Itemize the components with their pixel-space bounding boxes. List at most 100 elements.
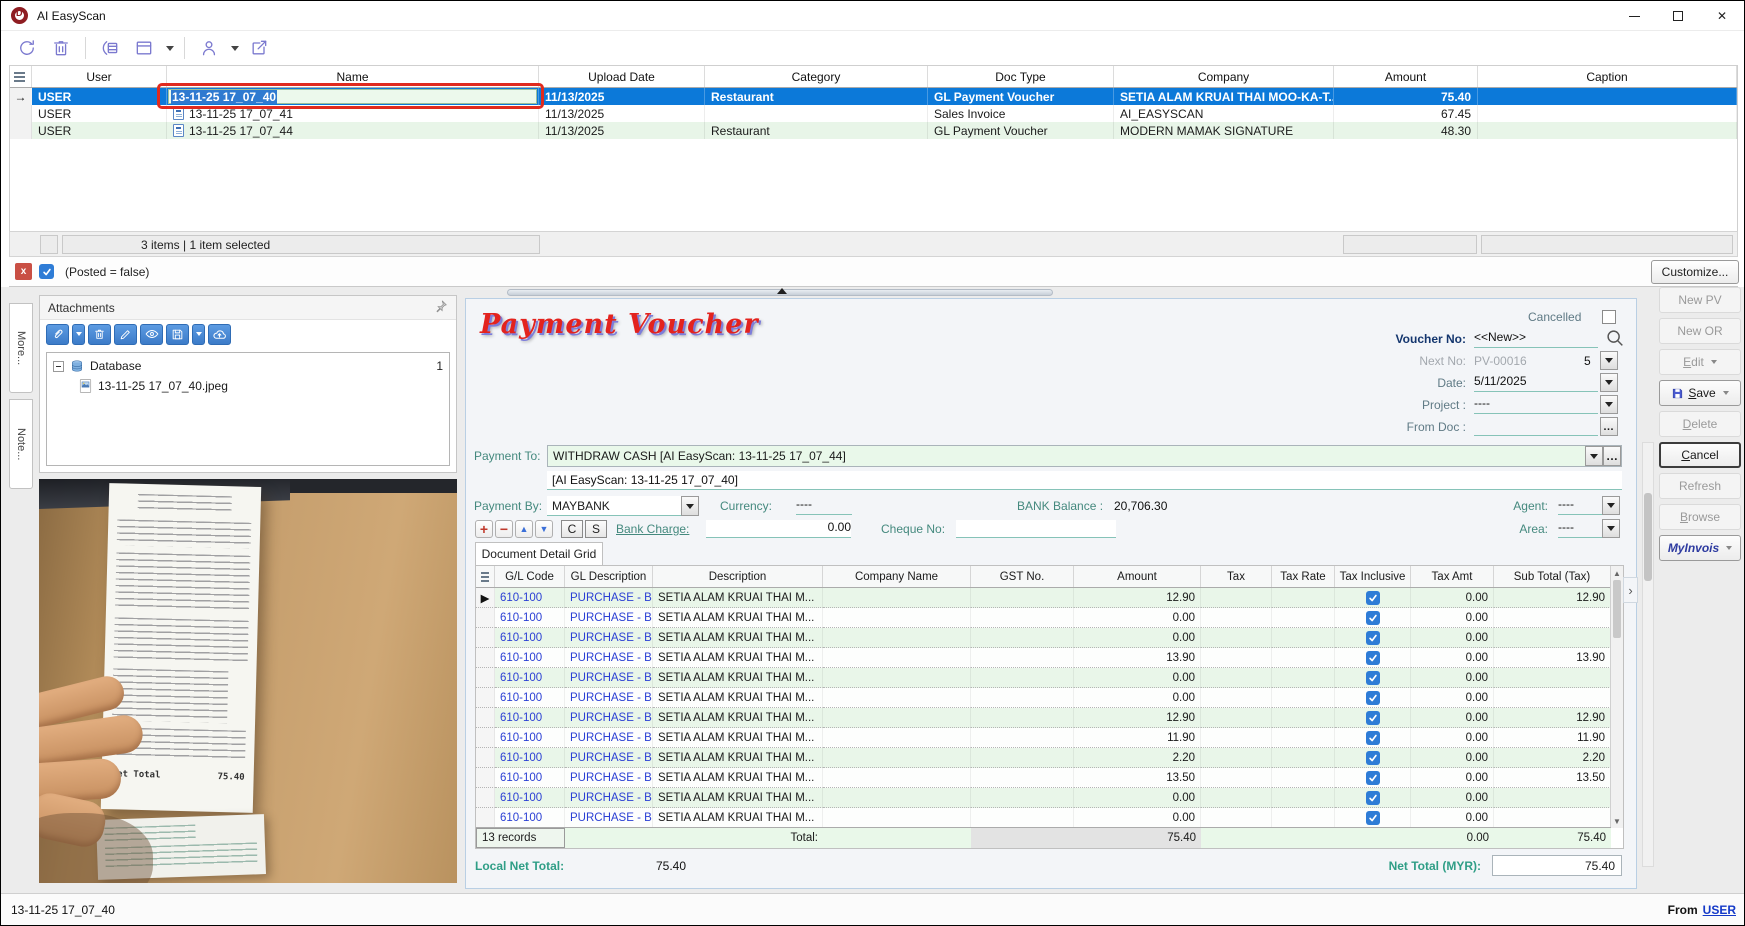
cell-gl-code[interactable]: 610-100 xyxy=(495,768,565,788)
cell-gl-description[interactable]: PURCHASE - B... xyxy=(565,668,653,688)
cell-sub-total[interactable]: 2.20 xyxy=(1494,748,1611,768)
myinvois-button[interactable]: MyInvois xyxy=(1659,535,1741,561)
cell-category[interactable]: Restaurant xyxy=(705,122,928,139)
date-dropdown-icon[interactable] xyxy=(1600,373,1618,392)
minimize-button[interactable] xyxy=(1612,1,1656,31)
detail-row[interactable]: 610-100 PURCHASE - B... SETIA ALAM KRUAI T… xyxy=(476,708,1623,728)
payment-to-browse-button[interactable]: … xyxy=(1603,446,1621,466)
cell-tax-amt[interactable]: 0.00 xyxy=(1411,608,1494,628)
cell-description[interactable]: SETIA ALAM KRUAI THAI M... xyxy=(653,668,823,688)
column-header-gl-description[interactable]: GL Description xyxy=(565,566,653,587)
attach-dropdown-icon[interactable] xyxy=(72,323,85,345)
cell-sub-total[interactable] xyxy=(1494,628,1611,648)
cell-tax-inclusive[interactable] xyxy=(1335,688,1411,708)
column-header-tax-inclusive[interactable]: Tax Inclusive xyxy=(1335,566,1411,587)
tax-inclusive-checkbox[interactable] xyxy=(1365,810,1380,825)
cell-tax-rate[interactable] xyxy=(1272,728,1335,748)
cell-description[interactable]: SETIA ALAM KRUAI THAI M... xyxy=(653,728,823,748)
cell-gst-no[interactable] xyxy=(971,708,1074,728)
cell-tax[interactable] xyxy=(1201,788,1272,808)
cell-company-name[interactable] xyxy=(823,608,971,628)
collapse-panel-icon[interactable] xyxy=(96,35,124,61)
grid-options-icon[interactable] xyxy=(476,566,495,587)
cell-tax-amt[interactable]: 0.00 xyxy=(1411,808,1494,828)
project-value[interactable]: ---- xyxy=(1474,396,1598,414)
column-header-gst-no-[interactable]: GST No. xyxy=(971,566,1074,587)
collapse-node-icon[interactable] xyxy=(53,360,64,372)
cell-tax[interactable] xyxy=(1201,768,1272,788)
cell-sub-total[interactable] xyxy=(1494,688,1611,708)
dropdown-icon[interactable] xyxy=(1722,391,1729,395)
tax-inclusive-checkbox[interactable] xyxy=(1365,590,1380,605)
attach-file-icon[interactable] xyxy=(46,323,69,345)
currency-value[interactable]: ---- xyxy=(796,497,852,515)
detail-row[interactable]: 610-100 PURCHASE - B... SETIA ALAM KRUAI T… xyxy=(476,768,1623,788)
cell-amount[interactable]: 48.30 xyxy=(1334,122,1478,139)
column-header-tax[interactable]: Tax xyxy=(1201,566,1272,587)
detail-row[interactable]: 610-100 PURCHASE - B... SETIA ALAM KRUAI T… xyxy=(476,748,1623,768)
cell-sub-total[interactable]: 13.90 xyxy=(1494,648,1611,668)
cell-sub-total[interactable]: 11.90 xyxy=(1494,728,1611,748)
payment-to-dropdown-icon[interactable] xyxy=(1585,446,1603,466)
cell-gl-code[interactable]: 610-100 xyxy=(495,728,565,748)
cell-company[interactable]: SETIA ALAM KRUAI THAI MOO-KA-T... xyxy=(1114,88,1334,105)
cell-gl-code[interactable]: 610-100 xyxy=(495,648,565,668)
column-header-sub-total-tax-[interactable]: Sub Total (Tax) xyxy=(1494,566,1611,587)
attachment-delete-icon[interactable] xyxy=(88,323,111,345)
cell-caption[interactable] xyxy=(1478,88,1737,105)
cell-tax-amt[interactable]: 0.00 xyxy=(1411,588,1494,608)
cell-gst-no[interactable] xyxy=(971,788,1074,808)
payment-by-combobox[interactable]: MAYBANK xyxy=(547,496,681,516)
cell-description[interactable]: SETIA ALAM KRUAI THAI M... xyxy=(653,748,823,768)
cell-description[interactable]: SETIA ALAM KRUAI THAI M... xyxy=(653,648,823,668)
cell-gl-code[interactable]: 610-100 xyxy=(495,628,565,648)
cell-company-name[interactable] xyxy=(823,588,971,608)
cell-company[interactable]: MODERN MAMAK SIGNATURE xyxy=(1114,122,1334,139)
delete-button[interactable]: Delete xyxy=(1659,411,1741,437)
cell-gl-description[interactable]: PURCHASE - B... xyxy=(565,688,653,708)
cell-company-name[interactable] xyxy=(823,808,971,828)
customize-button[interactable]: Customize... xyxy=(1651,260,1739,284)
cell-company[interactable]: AI_EASYSCAN xyxy=(1114,105,1334,122)
delete-icon[interactable] xyxy=(47,35,75,61)
detail-row[interactable]: 610-100 PURCHASE - B... SETIA ALAM KRUAI T… xyxy=(476,688,1623,708)
cell-tax-inclusive[interactable] xyxy=(1335,648,1411,668)
cell-user[interactable]: USER xyxy=(32,122,167,139)
edit-button[interactable]: Edit xyxy=(1659,349,1741,375)
cell-company-name[interactable] xyxy=(823,648,971,668)
column-header-tax-amt[interactable]: Tax Amt xyxy=(1411,566,1494,587)
cell-tax-amt[interactable]: 0.00 xyxy=(1411,668,1494,688)
cell-gl-description[interactable]: PURCHASE - B... xyxy=(565,628,653,648)
cell-category[interactable]: Restaurant xyxy=(705,88,928,105)
cell-gst-no[interactable] xyxy=(971,728,1074,748)
tab-document-detail-grid[interactable]: Document Detail Grid xyxy=(475,542,603,565)
cell-tax[interactable] xyxy=(1201,688,1272,708)
cancelled-checkbox[interactable] xyxy=(1602,310,1616,324)
cell-company-name[interactable] xyxy=(823,668,971,688)
move-up-button[interactable]: ▲ xyxy=(515,520,533,538)
attachment-edit-icon[interactable] xyxy=(114,323,137,345)
table-row[interactable]: → USER 13-11-25 17_07_40 11/13/2025 Restaura… xyxy=(10,88,1737,105)
cell-tax[interactable] xyxy=(1201,588,1272,608)
cell-gst-no[interactable] xyxy=(971,808,1074,828)
column-header-name[interactable]: Name xyxy=(167,66,539,87)
column-header-category[interactable]: Category xyxy=(705,66,928,87)
cell-sub-total[interactable] xyxy=(1494,788,1611,808)
cell-amount[interactable]: 0.00 xyxy=(1074,788,1201,808)
grid-options-icon[interactable] xyxy=(10,66,32,87)
cell-tax-rate[interactable] xyxy=(1272,768,1335,788)
column-header-upload-date[interactable]: Upload Date xyxy=(539,66,705,87)
cell-tax-inclusive[interactable] xyxy=(1335,668,1411,688)
from-doc-value[interactable] xyxy=(1474,418,1598,436)
cell-caption[interactable] xyxy=(1478,105,1737,122)
cell-tax[interactable] xyxy=(1201,748,1272,768)
detail-grid-scrollbar[interactable]: ▲ ▼ xyxy=(1610,566,1623,828)
pin-icon[interactable] xyxy=(434,299,448,316)
cell-amount[interactable]: 0.00 xyxy=(1074,628,1201,648)
area-value[interactable]: ---- xyxy=(1558,520,1602,538)
cell-tax-inclusive[interactable] xyxy=(1335,588,1411,608)
column-header-company-name[interactable]: Company Name xyxy=(823,566,971,587)
tree-node-database[interactable]: Database 1 xyxy=(53,356,443,376)
attachment-save-icon[interactable] xyxy=(166,323,189,345)
cell-gl-description[interactable]: PURCHASE - B... xyxy=(565,648,653,668)
